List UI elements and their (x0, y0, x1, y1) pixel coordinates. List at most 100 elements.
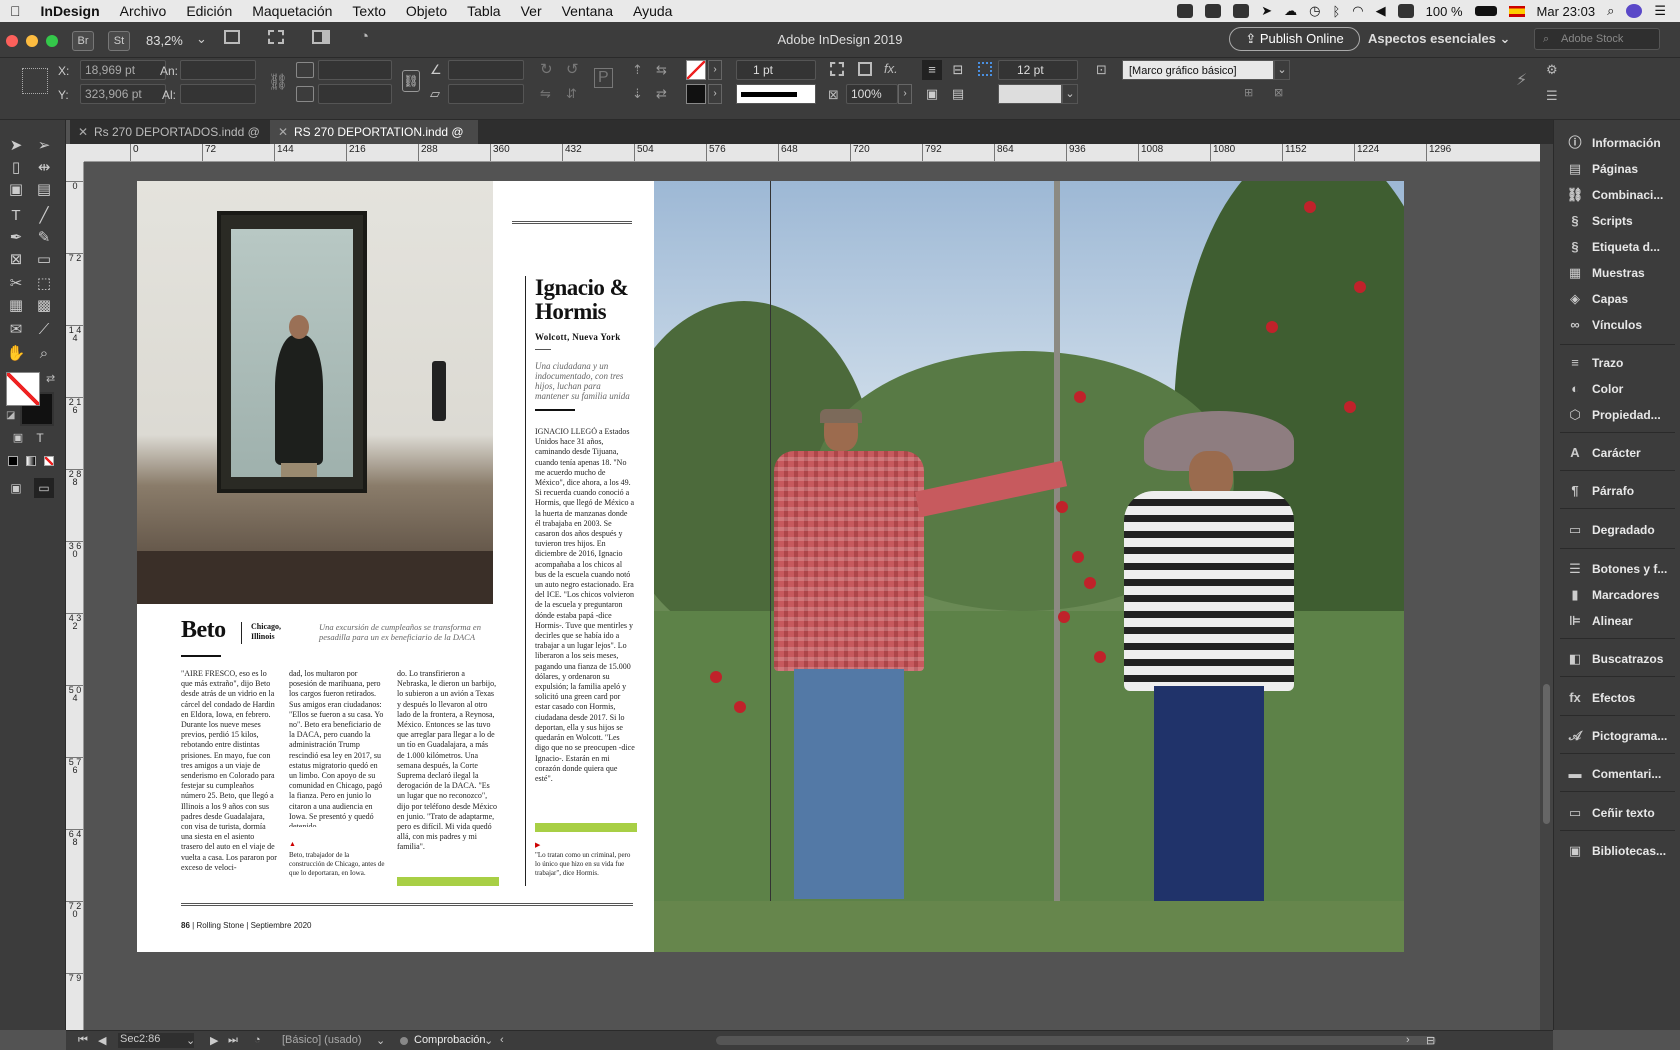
gap-tool-icon[interactable]: ⇹ (34, 158, 54, 178)
shear-field[interactable] (448, 84, 524, 104)
flip-horizontal-icon[interactable]: ⇋ (540, 86, 551, 102)
wrap-bounding-icon[interactable]: ▣ (922, 84, 942, 104)
height-field[interactable] (180, 84, 256, 104)
fill-swatch[interactable] (686, 60, 706, 80)
ignacio-headline[interactable]: Ignacio & Hormis (535, 276, 645, 324)
rotation-field[interactable] (448, 60, 524, 80)
chevron-right-icon[interactable]: › (708, 60, 722, 80)
select-content-icon[interactable]: ⇣ (632, 86, 643, 102)
flag-icon[interactable] (1508, 5, 1525, 17)
free-transform-tool-icon[interactable]: ⬚ (34, 274, 54, 294)
scale-x-field[interactable] (318, 60, 392, 80)
rectangle-tool-icon[interactable]: ▭ (34, 250, 54, 270)
panel-comentarios[interactable]: ▬ Comentari... (1554, 761, 1680, 787)
content-placer-icon[interactable]: ▤ (34, 180, 54, 200)
preview-mode-icon[interactable]: ▭ (34, 478, 54, 498)
first-page-icon[interactable]: ⏮ (78, 1034, 88, 1047)
panel-caracter[interactable]: A Carácter (1554, 440, 1680, 466)
beto-location[interactable]: Chicago, Illinois (251, 622, 295, 642)
menu-texto[interactable]: Texto (342, 3, 395, 19)
close-icon[interactable]: ✕ (278, 120, 288, 144)
chevron-down-icon[interactable]: ⌄ (1062, 84, 1078, 104)
constrain-scale-icon[interactable]: ⛓ (402, 70, 420, 92)
fill-color-icon[interactable] (6, 372, 40, 406)
rotate-ccw-icon[interactable]: ↺ (566, 60, 579, 78)
clock[interactable]: Mar 23:03 (1537, 4, 1596, 19)
bluetooth-icon[interactable]: ᛒ (1332, 4, 1340, 19)
panel-informacion[interactable]: ⓘ Información (1554, 130, 1680, 156)
y-field[interactable]: 323,906 pt (80, 84, 166, 104)
vertical-ruler[interactable]: 0 7 2 1 4 4 2 1 6 2 8 8 3 6 0 4 3 2 5 0 … (66, 162, 84, 1030)
panel-bibliotecas[interactable]: ▣ Bibliotecas... (1554, 838, 1680, 864)
beto-headline[interactable]: Beto (181, 617, 226, 644)
direct-selection-tool-icon[interactable]: ➢ (34, 136, 54, 156)
align-center-icon[interactable]: ⊟ (948, 60, 968, 80)
note-tool-icon[interactable]: ✉ (6, 320, 26, 340)
tab-deportation[interactable]: ✕ RS 270 DEPORTATION.indd @ 83% (270, 120, 478, 163)
view-options-icon[interactable] (224, 30, 240, 44)
panel-cenir-texto[interactable]: ▭ Ceñir texto (1554, 800, 1680, 826)
apply-gradient-icon[interactable] (26, 456, 36, 466)
pen-tool-icon[interactable]: ✒ (6, 228, 26, 248)
pencil-tool-icon[interactable]: ✎ (34, 228, 54, 248)
status-icon[interactable] (1177, 4, 1194, 18)
menu-tabla[interactable]: Tabla (457, 3, 510, 19)
panel-buscatrazos[interactable]: ◧ Buscatrazos (1554, 646, 1680, 672)
drop-shadow-icon[interactable] (858, 62, 872, 76)
page-tool-icon[interactable]: ▯ (6, 158, 26, 178)
stroke-swatch[interactable] (686, 84, 706, 104)
previous-page-icon[interactable]: ◀ (98, 1034, 106, 1047)
page-86[interactable]: Ignacio & Hormis Wolcott, Nueva York Una… (137, 181, 654, 952)
next-page-icon[interactable]: ▶ (210, 1034, 218, 1047)
selection-tool-icon[interactable]: ➤ (6, 136, 26, 156)
beto-caption[interactable]: Beto, trabajador de la construcción de C… (289, 851, 385, 887)
hand-tool-icon[interactable]: ✋ (6, 344, 26, 364)
fx-icon[interactable]: fx. (884, 61, 898, 76)
apply-none-icon[interactable] (44, 456, 54, 466)
siri-icon[interactable] (1626, 4, 1643, 18)
ruler-origin[interactable] (66, 144, 84, 162)
airplay-icon[interactable] (1397, 4, 1414, 18)
cloud-icon[interactable]: ☁ (1284, 3, 1297, 19)
normal-mode-icon[interactable]: ▣ (6, 478, 26, 498)
object-style-select[interactable]: [Marco gráfico básico] (1122, 60, 1274, 80)
workspace-switcher[interactable]: Aspectos esenciales ⌄ (1368, 31, 1510, 47)
beto-deck[interactable]: Una excursión de cumpleaños se transform… (319, 622, 499, 642)
close-icon[interactable]: ✕ (78, 120, 88, 144)
clear-overrides-icon[interactable]: ⊞ (1244, 86, 1253, 99)
offset-field[interactable]: 12 pt (998, 60, 1078, 80)
menu-ayuda[interactable]: Ayuda (623, 3, 682, 19)
panel-toggle-icon[interactable]: ⊟ (1426, 1034, 1435, 1047)
gradient-feather-tool-icon[interactable]: ▩ (34, 296, 54, 316)
gradient-swatch-tool-icon[interactable]: ▦ (6, 296, 26, 316)
master-status[interactable]: [Básico] (usado) (282, 1034, 361, 1046)
panel-etiqueta[interactable]: § Etiqueta d... (1554, 234, 1680, 260)
rectangle-frame-tool-icon[interactable]: ⊠ (6, 250, 26, 270)
zoom-window-button[interactable] (46, 35, 58, 47)
lightning-icon[interactable]: ⚡ (1516, 70, 1527, 90)
chevron-down-icon[interactable]: ⌄ (484, 1034, 493, 1047)
beto-photo-frame[interactable] (137, 181, 493, 604)
adobe-stock-search[interactable]: ⌕ Adobe Stock (1534, 28, 1660, 50)
panel-vinculos[interactable]: ∞ Vínculos (1554, 312, 1680, 338)
stroke-weight-field[interactable]: 1 pt (736, 60, 816, 80)
stroke-type-select[interactable] (736, 84, 816, 104)
panel-capas[interactable]: ◈ Capas (1554, 286, 1680, 312)
ignacio-hormis-photo[interactable] (654, 181, 1404, 952)
chevron-down-icon[interactable]: ⌄ (196, 31, 207, 47)
battery-level[interactable]: 100 % (1426, 4, 1463, 19)
time-machine-icon[interactable]: ◷ (1309, 3, 1320, 19)
open-page-icon[interactable]: ◔ (254, 1034, 261, 1046)
format-text-icon[interactable]: T (30, 428, 50, 448)
constrain-proportions-icon[interactable]: ⛓ (268, 72, 288, 92)
menu-maquetacion[interactable]: Maquetación (242, 3, 342, 19)
panel-efectos[interactable]: fx Efectos (1554, 685, 1680, 711)
menu-ventana[interactable]: Ventana (552, 3, 623, 19)
panel-paginas[interactable]: ▤ Páginas (1554, 156, 1680, 182)
type-tool-icon[interactable]: T (6, 206, 26, 226)
notification-icon[interactable]: ☰ (1654, 3, 1666, 19)
menu-archivo[interactable]: Archivo (110, 3, 177, 19)
ignacio-body-text[interactable]: IGNACIO LLEGÓ a Estados Unidos hace 31 a… (535, 427, 635, 827)
location-icon[interactable]: ➤ (1261, 3, 1272, 19)
stock-button[interactable]: St (108, 31, 130, 51)
